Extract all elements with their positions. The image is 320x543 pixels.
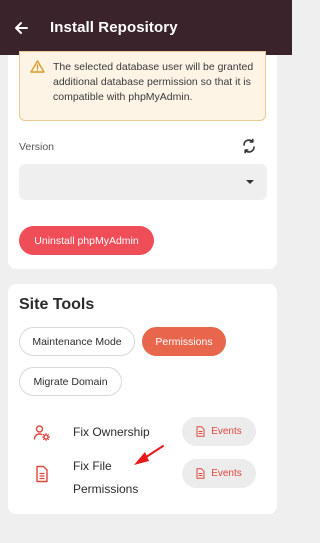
- document-icon: [196, 426, 205, 437]
- events-label: Events: [211, 468, 242, 479]
- chip-maintenance-mode[interactable]: Maintenance Mode: [19, 327, 135, 356]
- warning-text: The selected database user will be grant…: [53, 61, 254, 103]
- chip-migrate-domain[interactable]: Migrate Domain: [19, 367, 122, 396]
- page-title: Install Repository: [50, 19, 178, 36]
- fix-ownership-events-button[interactable]: Events: [182, 417, 256, 446]
- fix-ownership-label: Fix Ownership: [73, 425, 150, 439]
- arrow-left-icon: [15, 21, 28, 34]
- warning-alert: The selected database user will be grant…: [19, 51, 266, 121]
- version-select[interactable]: [19, 164, 267, 200]
- file-icon: [36, 465, 48, 483]
- chip-permissions[interactable]: Permissions: [142, 327, 226, 356]
- fix-file-permissions-label: Fix File Permissions: [73, 459, 139, 496]
- events-label: Events: [211, 426, 242, 437]
- refresh-button[interactable]: [240, 137, 258, 155]
- site-tools-card: Site Tools Maintenance Mode Permissions …: [8, 284, 277, 514]
- warning-icon: [30, 60, 45, 73]
- caret-down-icon: [246, 180, 254, 184]
- user-gear-icon: [33, 425, 50, 441]
- fix-file-permissions-events-button[interactable]: Events: [182, 459, 256, 488]
- app-bar: Install Repository: [0, 0, 292, 55]
- phpmyadmin-card: The selected database user will be grant…: [8, 51, 277, 269]
- version-label: Version: [19, 141, 55, 153]
- section-title: Site Tools: [19, 296, 95, 313]
- document-icon: [196, 468, 205, 479]
- back-button[interactable]: [4, 11, 38, 45]
- refresh-icon: [243, 138, 255, 154]
- uninstall-phpmyadmin-button[interactable]: Uninstall phpMyAdmin: [19, 226, 154, 255]
